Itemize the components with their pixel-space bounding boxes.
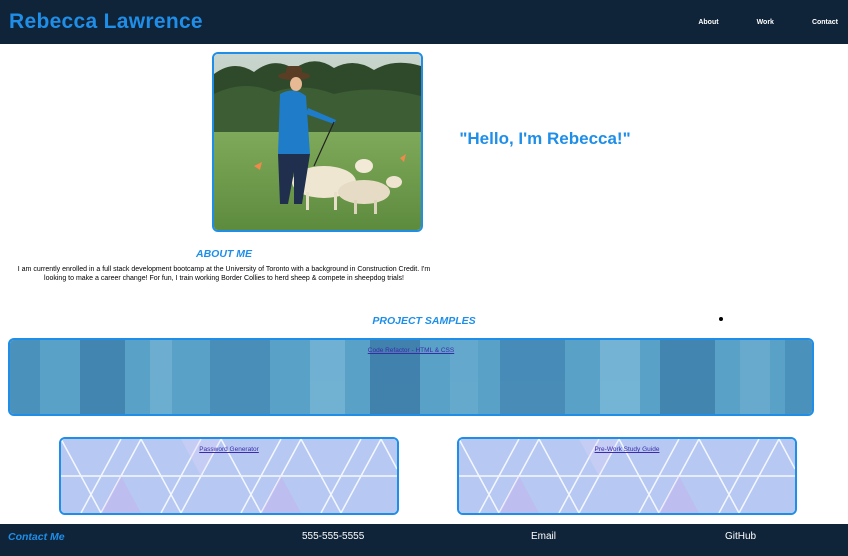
project-card-password-generator[interactable]: Password Generator (59, 437, 399, 515)
main-nav: About Work Contact (698, 19, 838, 26)
hero-greeting: "Hello, I'm Rebecca!" (459, 129, 631, 148)
project-card-study-guide[interactable]: Pre-Work Study Guide (457, 437, 797, 515)
about-paragraph: I am currently enrolled in a full stack … (17, 266, 431, 282)
profile-photo-image (214, 54, 421, 230)
footer-phone[interactable]: 555-555-5555 (302, 531, 364, 542)
footer-contact-heading: Contact Me (8, 531, 65, 543)
projects-heading: PROJECT SAMPLES (372, 315, 476, 327)
nav-link-work[interactable]: Work (757, 19, 774, 26)
site-header: Rebecca Lawrence About Work Contact (0, 0, 848, 44)
nav-link-contact[interactable]: Contact (812, 19, 838, 26)
footer-email-link[interactable]: Email (531, 531, 556, 542)
project-link-password-generator[interactable]: Password Generator (61, 446, 397, 453)
site-footer: Contact Me 555-555-5555 Email GitHub (0, 524, 848, 556)
project-link-code-refactor[interactable]: Code Refactor - HTML & CSS (10, 347, 812, 354)
profile-photo (212, 52, 423, 232)
project-card-code-refactor[interactable]: Code Refactor - HTML & CSS (8, 338, 814, 416)
footer-github-link[interactable]: GitHub (725, 531, 756, 542)
about-heading: ABOUT ME (196, 248, 252, 260)
project-link-study-guide[interactable]: Pre-Work Study Guide (459, 446, 795, 453)
nav-link-about[interactable]: About (698, 19, 718, 26)
site-title[interactable]: Rebecca Lawrence (9, 10, 203, 34)
